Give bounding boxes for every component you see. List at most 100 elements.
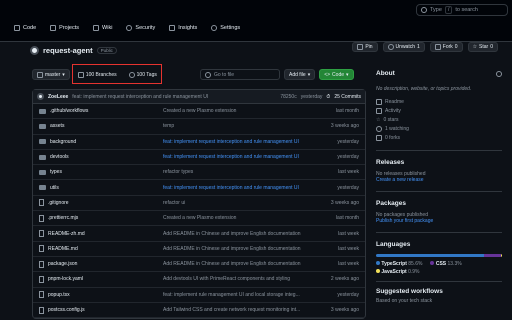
nav-wiki[interactable]: Wiki bbox=[93, 25, 112, 31]
file-name-cell[interactable]: .github/workflows bbox=[33, 108, 163, 114]
readme-link[interactable]: Readme bbox=[376, 97, 502, 106]
forks-link[interactable]: 0 forks bbox=[376, 133, 502, 142]
code-button[interactable]: <> Code ▾ bbox=[319, 69, 354, 80]
nav-settings[interactable]: Settings bbox=[211, 25, 240, 31]
file-row[interactable]: .gitignore refactor ui 3 weeks ago bbox=[33, 196, 365, 212]
file-name-cell[interactable]: .gitignore bbox=[33, 199, 163, 207]
file-name-cell[interactable]: .prettierrc.mjs bbox=[33, 214, 163, 222]
file-name-cell[interactable]: utils bbox=[33, 185, 163, 191]
file-name[interactable]: popup.tsx bbox=[48, 292, 70, 298]
file-commit-message[interactable]: feat: implement request interception and… bbox=[163, 139, 323, 145]
global-search[interactable]: Type / to search bbox=[416, 4, 508, 16]
file-row[interactable]: utils feat: implement request interceptio… bbox=[33, 180, 365, 196]
file-row[interactable]: devtools feat: implement request intercep… bbox=[33, 150, 365, 166]
file-name[interactable]: .github/workflows bbox=[50, 108, 88, 114]
file-commit-message[interactable]: Created a new Plasmo extension bbox=[163, 108, 323, 114]
file-commit-message[interactable]: Add README in Chinese and improve Englis… bbox=[163, 231, 323, 237]
file-name-cell[interactable]: popup.tsx bbox=[33, 291, 163, 299]
file-name[interactable]: types bbox=[50, 169, 62, 175]
go-to-file-input[interactable]: Go to file bbox=[200, 69, 280, 80]
file-icon bbox=[39, 291, 44, 299]
publish-package-link[interactable]: Publish your first package bbox=[376, 218, 502, 224]
file-name-cell[interactable]: README-zh.md bbox=[33, 230, 163, 238]
file-row[interactable]: package.json Add README in Chinese and im… bbox=[33, 257, 365, 273]
fork-button[interactable]: Fork 0 bbox=[429, 42, 463, 52]
file-name[interactable]: README.md bbox=[48, 246, 78, 252]
file-commit-message[interactable]: Add Tailwind CSS and create network requ… bbox=[163, 307, 323, 313]
language-item[interactable]: JavaScript 0.9% bbox=[376, 269, 419, 275]
language-item[interactable]: TypeScript 85.6% bbox=[376, 261, 422, 267]
file-name-cell[interactable]: package.json bbox=[33, 260, 163, 268]
file-name-cell[interactable]: devtools bbox=[33, 154, 163, 160]
stars-link[interactable]: ☆ 0 stars bbox=[376, 115, 502, 124]
file-name-cell[interactable]: types bbox=[33, 169, 163, 175]
file-row[interactable]: popup.tsx feat: implement rule management… bbox=[33, 288, 365, 303]
watching-link[interactable]: 1 watching bbox=[376, 124, 502, 133]
file-commit-message[interactable]: Add devtools UI with PrimeReact componen… bbox=[163, 276, 323, 282]
pin-button[interactable]: Pin bbox=[352, 42, 378, 52]
file-commit-message[interactable]: temp bbox=[163, 123, 323, 129]
file-name[interactable]: background bbox=[50, 139, 76, 145]
file-row[interactable]: background feat: implement request interc… bbox=[33, 135, 365, 150]
gear-icon[interactable] bbox=[496, 70, 502, 77]
file-name[interactable]: utils bbox=[50, 185, 59, 191]
file-name[interactable]: .gitignore bbox=[48, 200, 69, 206]
language-list: TypeScript 85.6% CSS 13.3% JavaScript 0.… bbox=[376, 261, 502, 275]
file-commit-message[interactable]: Add README in Chinese and improve Englis… bbox=[163, 261, 323, 267]
file-commit-time: last month bbox=[335, 215, 359, 222]
commit-hash[interactable]: 78250c bbox=[280, 94, 296, 100]
file-name[interactable]: devtools bbox=[50, 154, 69, 160]
language-item[interactable]: CSS 13.3% bbox=[430, 261, 462, 267]
nav-projects[interactable]: Projects bbox=[50, 25, 79, 31]
file-row[interactable]: postcss.config.js Add Tailwind CSS and cr… bbox=[33, 303, 365, 319]
file-icon bbox=[39, 245, 44, 253]
file-name-cell[interactable]: postcss.config.js bbox=[33, 306, 163, 314]
file-name[interactable]: assets bbox=[50, 123, 64, 129]
sidebar: About No description, website, or topics… bbox=[376, 70, 502, 304]
file-name[interactable]: README-zh.md bbox=[48, 231, 85, 237]
file-name[interactable]: postcss.config.js bbox=[48, 307, 85, 313]
star-button[interactable]: ☆ Star 0 bbox=[467, 42, 498, 52]
file-name[interactable]: .prettierrc.mjs bbox=[48, 215, 78, 221]
file-row[interactable]: README.md Add README in Chinese and impro… bbox=[33, 242, 365, 257]
avatar[interactable] bbox=[30, 45, 39, 55]
file-row[interactable]: .github/workflows Created a new Plasmo ex… bbox=[33, 104, 365, 120]
commit-author[interactable]: ZoeLeee bbox=[48, 94, 68, 100]
file-name-cell[interactable]: README.md bbox=[33, 245, 163, 253]
unwatch-button[interactable]: Unwatch 1 bbox=[382, 42, 425, 52]
activity-link[interactable]: Activity bbox=[376, 106, 502, 115]
file-row[interactable]: types refactor types last week bbox=[33, 165, 365, 181]
file-row[interactable]: assets temp 3 weeks ago bbox=[33, 119, 365, 135]
commit-count[interactable]: 25 Commits bbox=[334, 94, 361, 100]
file-commit-message[interactable]: feat: implement rule management UI and l… bbox=[163, 292, 323, 298]
file-name[interactable]: pnpm-lock.yaml bbox=[48, 276, 83, 282]
nav-code[interactable]: Code bbox=[14, 25, 36, 31]
add-file-button[interactable]: Add file ▾ bbox=[284, 69, 316, 80]
nav-insights[interactable]: Insights bbox=[169, 25, 197, 31]
releases-title[interactable]: Releases bbox=[376, 159, 502, 166]
file-row[interactable]: pnpm-lock.yaml Add devtools UI with Prime… bbox=[33, 272, 365, 288]
nav-security[interactable]: Security bbox=[126, 25, 155, 31]
file-commit-message[interactable]: refactor types bbox=[163, 169, 323, 175]
file-name-cell[interactable]: assets bbox=[33, 123, 163, 129]
search-icon bbox=[421, 7, 427, 13]
language-dot bbox=[430, 261, 435, 265]
pin-icon bbox=[357, 44, 364, 50]
file-commit-message[interactable]: Add README in Chinese and improve Englis… bbox=[163, 246, 323, 252]
star-icon: ☆ bbox=[472, 44, 478, 50]
file-name-cell[interactable]: background bbox=[33, 139, 163, 145]
file-commit-message[interactable]: refactor ui bbox=[163, 200, 323, 206]
file-commit-message[interactable]: feat: implement request interception and… bbox=[163, 154, 323, 160]
file-commit-message[interactable]: Created a new Plasmo extension bbox=[163, 215, 323, 221]
file-row[interactable]: .prettierrc.mjs Created a new Plasmo exte… bbox=[33, 211, 365, 227]
file-name[interactable]: package.json bbox=[48, 261, 77, 267]
packages-title[interactable]: Packages bbox=[376, 200, 502, 207]
file-commit-message[interactable]: feat: implement request interception and… bbox=[163, 185, 323, 191]
branch-select[interactable]: master ▾ bbox=[32, 69, 70, 80]
create-release-link[interactable]: Create a new release bbox=[376, 177, 502, 183]
commit-message[interactable]: feat: implement request interception and… bbox=[72, 94, 276, 100]
file-name-cell[interactable]: pnpm-lock.yaml bbox=[33, 275, 163, 283]
folder-icon bbox=[39, 139, 46, 145]
file-row[interactable]: README-zh.md Add README in Chinese and im… bbox=[33, 226, 365, 242]
repo-name[interactable]: request-agent bbox=[43, 46, 93, 55]
